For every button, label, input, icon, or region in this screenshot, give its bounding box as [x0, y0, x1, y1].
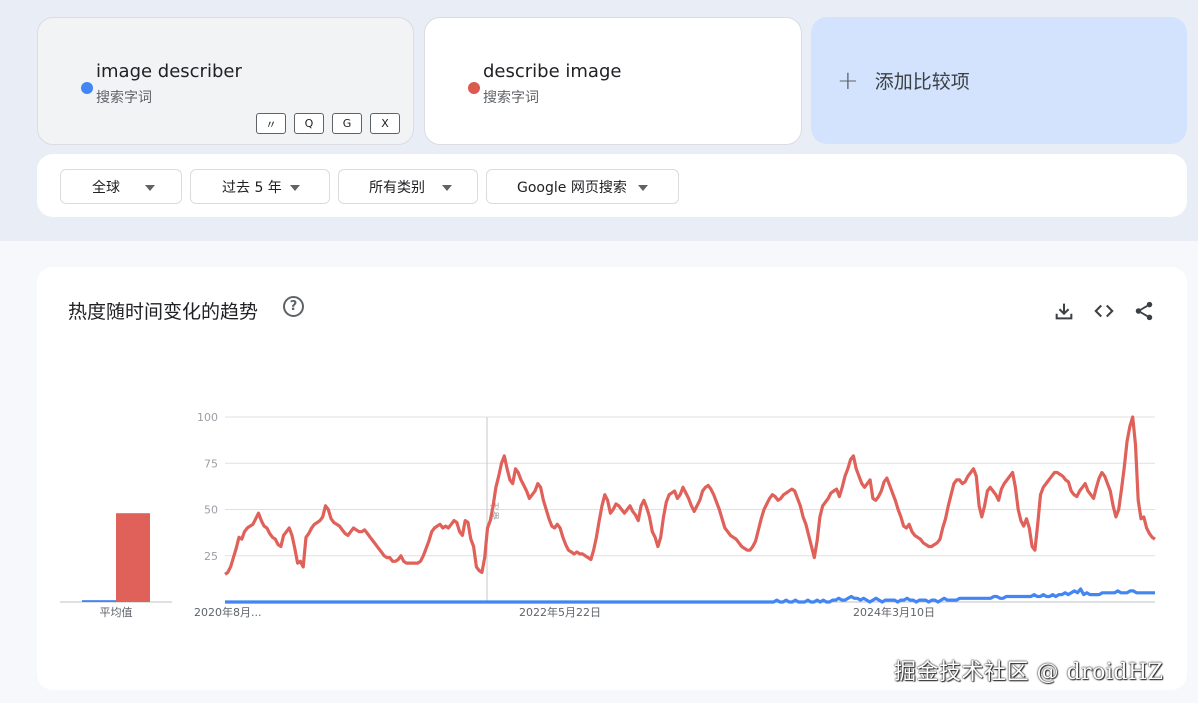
chart-title: 热度随时间变化的趋势: [68, 301, 259, 323]
term-type: 搜索字词: [96, 90, 152, 106]
term-name: describe image: [483, 61, 622, 82]
chevron-down-icon: [638, 185, 648, 191]
watermark: 掘金技术社区 @ droidHZ: [894, 660, 1164, 685]
search-type-dropdown[interactable]: Google 网页搜索: [486, 169, 679, 204]
chevron-down-icon: [442, 185, 452, 191]
help-icon[interactable]: ?: [283, 296, 304, 317]
region-dropdown[interactable]: 全球: [60, 169, 182, 204]
time-range-label: 过去 5 年: [222, 179, 282, 196]
g-button[interactable]: G: [332, 113, 362, 134]
category-dropdown[interactable]: 所有类别: [338, 169, 478, 204]
series-color-dot: [468, 82, 480, 94]
download-icon[interactable]: [1053, 300, 1075, 322]
share-icon[interactable]: [1133, 300, 1155, 322]
chevron-down-icon: [290, 185, 300, 191]
series-color-dot: [81, 82, 93, 94]
region-label: 全球: [92, 179, 120, 196]
q-button[interactable]: Q: [294, 113, 324, 134]
category-label: 所有类别: [369, 179, 425, 196]
add-comparison-button[interactable]: + 添加比较项: [811, 17, 1187, 144]
term-name: image describer: [96, 61, 242, 82]
chevron-down-icon: [145, 185, 155, 191]
term-card-image-describer[interactable]: image describer 搜索字词 〃 Q G X: [37, 17, 414, 145]
time-range-dropdown[interactable]: 过去 5 年: [190, 169, 330, 204]
search-type-label: Google 网页搜索: [517, 179, 627, 196]
add-comparison-label: 添加比较项: [874, 71, 970, 93]
filter-bar: 全球 过去 5 年 所有类别 Google 网页搜索: [37, 154, 1187, 217]
embed-code-icon[interactable]: [1093, 300, 1115, 322]
term-card-describe-image[interactable]: describe image 搜索字词: [424, 17, 802, 145]
term-action-buttons: 〃 Q G X: [256, 113, 400, 134]
term-type: 搜索字词: [483, 90, 539, 106]
quote-button[interactable]: 〃: [256, 113, 286, 134]
x-button[interactable]: X: [370, 113, 400, 134]
interest-over-time-card: 热度随时间变化的趋势 ?: [37, 267, 1187, 690]
plus-icon: +: [837, 65, 859, 96]
